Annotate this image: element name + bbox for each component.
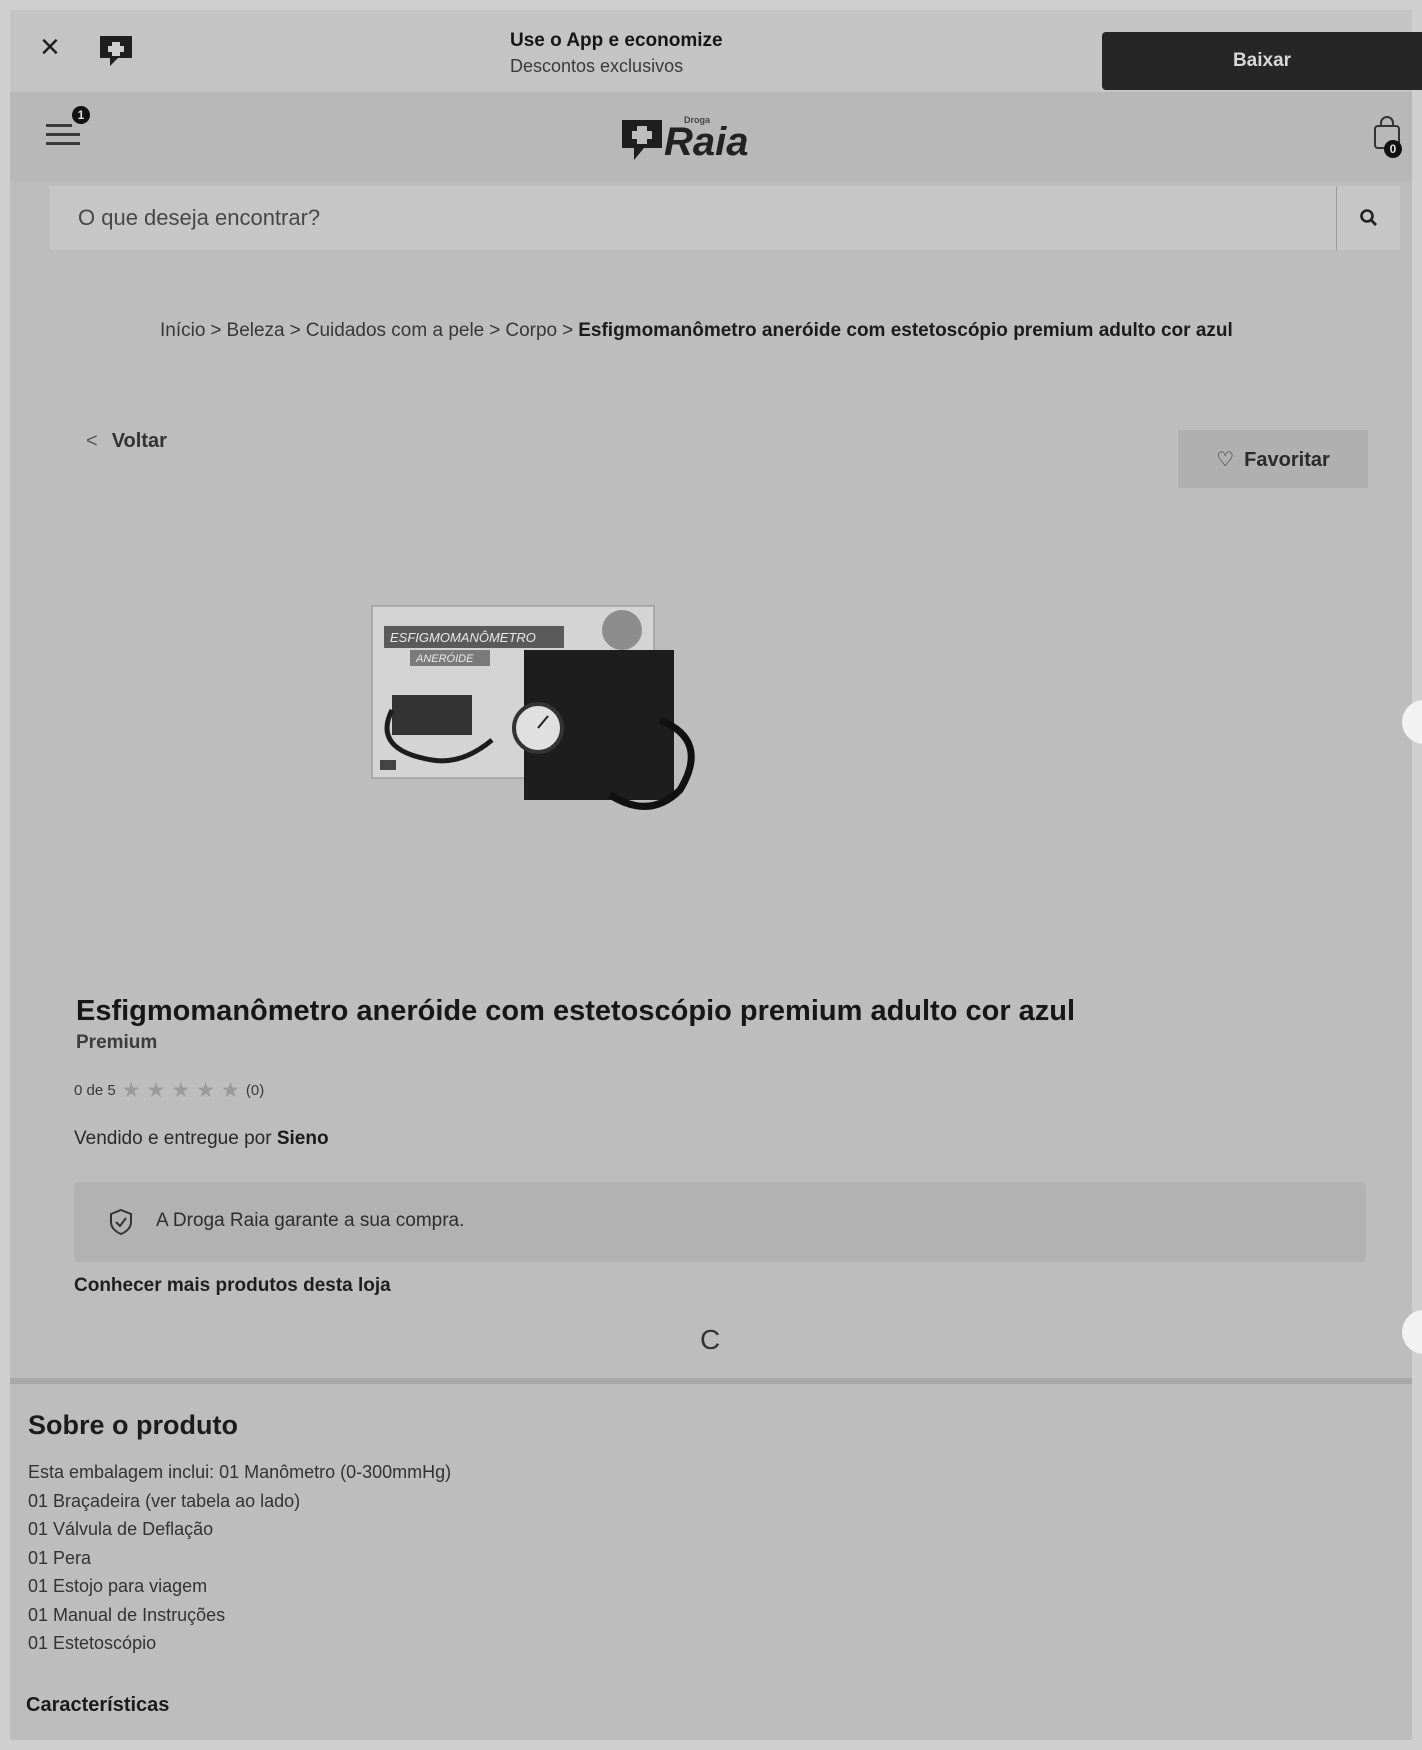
breadcrumb-inicio[interactable]: Início: [160, 320, 205, 341]
breadcrumb: Início > Beleza > Cuidados com a pele > Corpo >…: [160, 320, 1233, 342]
close-icon[interactable]: ×: [40, 30, 60, 64]
star-icon: ★: [171, 1079, 191, 1102]
list-item: 01 Manual de Instruções: [28, 1604, 226, 1625]
search-input[interactable]: [50, 186, 1330, 250]
carousel-next-button[interactable]: [1402, 700, 1422, 744]
more-store-products-link[interactable]: Conhecer mais produtos desta loja: [74, 1275, 391, 1297]
loading-spinner-icon: C: [700, 1324, 721, 1355]
search-icon: [1360, 209, 1377, 226]
site-header: 1 Droga Raia 0: [10, 92, 1412, 182]
about-list: Esta embalagem inclui: 01 Manômetro (0-3…: [28, 1458, 451, 1658]
list-item: 01 Válvula de Deflação: [28, 1519, 214, 1539]
shield-check-icon: [110, 1208, 132, 1236]
heart-icon: ♡: [1216, 448, 1235, 471]
about-title: Sobre o produto: [28, 1410, 238, 1440]
star-icon: ★: [146, 1079, 166, 1102]
shopping-bag-icon[interactable]: 0: [1372, 116, 1408, 160]
list-item: 01 Pera: [28, 1547, 92, 1568]
droga-raia-logo[interactable]: Droga Raia: [620, 112, 760, 164]
box-label-text: ESFIGMOMANÔMETRO: [390, 630, 536, 645]
product-title: Esfigmomanômetro aneróide com estetoscóp…: [76, 995, 1076, 1027]
breadcrumb-corpo[interactable]: Corpo: [505, 320, 557, 341]
logo-cross-icon: [622, 120, 662, 160]
rating-stars: ★ ★ ★ ★ ★: [122, 1080, 240, 1101]
app-download-banner: × Use o App e economize Descontos exclus…: [10, 10, 1422, 92]
logo-raia-text: Raia: [664, 120, 749, 164]
favorite-label: Favoritar: [1244, 448, 1330, 471]
sold-by-prefix: Vendido e entregue por: [74, 1128, 272, 1149]
banner-subtitle: Descontos exclusivos: [510, 56, 684, 76]
breadcrumb-separator: >: [289, 320, 301, 341]
breadcrumb-cuidados-com-a-pele[interactable]: Cuidados com a pele: [306, 320, 485, 341]
breadcrumb-separator: >: [489, 320, 501, 341]
search-button[interactable]: [1336, 186, 1401, 250]
product-brand[interactable]: Premium: [76, 1032, 157, 1054]
product-rating[interactable]: 0 de 5 ★ ★ ★ ★ ★ (0): [74, 1080, 264, 1101]
box-sublabel-text: ANERÓIDE: [415, 652, 474, 665]
back-button[interactable]: < Voltar: [86, 430, 167, 453]
guarantee-text: A Droga Raia garante a sua compra.: [156, 1210, 465, 1231]
breadcrumb-beleza[interactable]: Beleza: [227, 320, 285, 341]
star-icon: ★: [221, 1079, 240, 1102]
product-page: × Use o App e economize Descontos exclus…: [10, 10, 1422, 1740]
list-item: 01 Estojo para viagem: [28, 1576, 208, 1596]
list-item: 01 Braçadeira (ver tabela ao lado): [28, 1490, 301, 1511]
cart-count-badge: 0: [1384, 140, 1402, 158]
list-item: 01 Estetoscópio: [28, 1633, 157, 1653]
guarantee-box: A Droga Raia garante a sua compra.: [74, 1182, 1366, 1262]
seller-name[interactable]: Sieno: [277, 1128, 329, 1149]
carousel-next-button-secondary[interactable]: [1402, 1310, 1422, 1354]
menu-notification-badge: 1: [72, 106, 90, 124]
characteristics-title: Características: [26, 1694, 170, 1716]
star-icon: ★: [196, 1079, 216, 1102]
product-image[interactable]: ESFIGMOMANÔMETRO ANERÓIDE: [370, 600, 710, 810]
chevron-left-icon: <: [86, 430, 98, 452]
droga-raia-app-icon: [100, 36, 132, 66]
about-product-section: Sobre o produto Esta embalagem inclui: 0…: [10, 1390, 1412, 1740]
section-divider: [10, 1378, 1412, 1384]
banner-text: Use o App e economize Descontos exclusiv…: [510, 30, 750, 77]
star-icon: ★: [121, 1079, 141, 1102]
breadcrumb-current: Esfigmomanômetro aneróide com estetoscóp…: [578, 320, 1233, 341]
sold-by: Vendido e entregue por Sieno: [74, 1128, 329, 1150]
banner-title: Use o App e economize: [510, 30, 723, 51]
download-app-button[interactable]: Baixar: [1102, 32, 1422, 90]
breadcrumb-separator: >: [562, 320, 574, 341]
list-item: Esta embalagem inclui: 01 Manômetro (0-3…: [28, 1462, 452, 1482]
review-count: (0): [245, 1082, 265, 1099]
favorite-button[interactable]: ♡ Favoritar: [1178, 430, 1368, 488]
back-label: Voltar: [111, 430, 167, 452]
rating-text: 0 de 5: [74, 1082, 116, 1099]
breadcrumb-separator: >: [210, 320, 222, 341]
search-bar: [50, 186, 1400, 250]
